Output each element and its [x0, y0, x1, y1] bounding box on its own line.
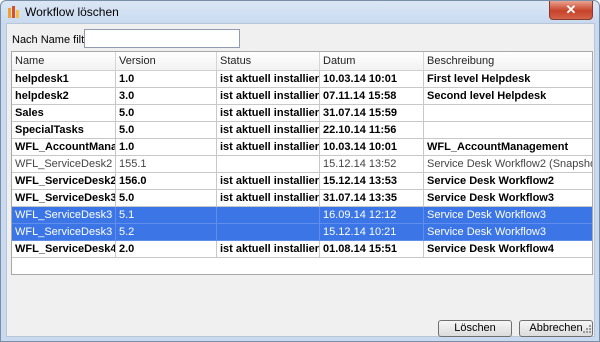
cell-status [217, 207, 320, 224]
table-row[interactable]: helpdesk2 3.0 ist aktuell installiert 07.11… [12, 88, 592, 105]
cell-name: helpdesk2 [12, 88, 116, 105]
cell-status: ist aktuell installiert [217, 71, 320, 88]
resize-grip-icon[interactable] [582, 324, 592, 334]
cell-version: 156.0 [116, 173, 217, 190]
table-header: Name Version Status Datum Beschreibung [12, 52, 592, 71]
close-icon: ✕ [565, 2, 577, 17]
table-row[interactable]: WFL_ServiceDesk3 5.0 ist aktuell installie… [12, 190, 592, 207]
cell-status [217, 156, 320, 173]
cell-datum: 01.08.14 15:51 [320, 241, 424, 258]
cell-version: 3.0 [116, 88, 217, 105]
cell-status: ist aktuell installiert [217, 173, 320, 190]
title-bar[interactable]: Workflow löschen ✕ [1, 1, 599, 23]
cell-version: 155.1 [116, 156, 217, 173]
cell-datum: 31.07.14 13:35 [320, 190, 424, 207]
workflow-table: Name Version Status Datum Beschreibung h… [11, 51, 593, 275]
cell-version: 5.1 [116, 207, 217, 224]
cell-status: ist aktuell installiert [217, 241, 320, 258]
cell-version: 2.0 [116, 241, 217, 258]
cell-datum: 15.12.14 13:52 [320, 156, 424, 173]
cell-status: ist aktuell installiert [217, 122, 320, 139]
cell-name: Sales [12, 105, 116, 122]
column-header-name[interactable]: Name [12, 52, 116, 70]
table-row[interactable]: SpecialTasks 5.0 ist aktuell installiert 22… [12, 122, 592, 139]
cell-version: 1.0 [116, 71, 217, 88]
cell-status: ist aktuell installiert [217, 139, 320, 156]
app-icon [7, 5, 20, 19]
cell-datum: 10.03.14 10:01 [320, 71, 424, 88]
cell-name: WFL_AccountManagem [12, 139, 116, 156]
cell-datum: 31.07.14 15:59 [320, 105, 424, 122]
cell-version: 5.2 [116, 224, 217, 241]
cell-name: WFL_ServiceDesk4 [12, 241, 116, 258]
column-header-beschreibung[interactable]: Beschreibung [424, 52, 592, 70]
window-title: Workflow löschen [25, 5, 119, 19]
cell-status: ist aktuell installiert [217, 190, 320, 207]
cell-datum: 15.12.14 13:53 [320, 173, 424, 190]
column-header-version[interactable]: Version [116, 52, 217, 70]
cell-version: 5.0 [116, 190, 217, 207]
table-row[interactable]: WFL_ServiceDesk4 2.0 ist aktuell installie… [12, 241, 592, 258]
name-filter-input[interactable] [84, 29, 240, 48]
cell-version: 1.0 [116, 139, 217, 156]
cell-status: ist aktuell installiert [217, 88, 320, 105]
cell-name: WFL_ServiceDesk2 [12, 156, 116, 173]
cell-beschreibung: Second level Helpdesk [424, 88, 592, 105]
cell-name: WFL_ServiceDesk3 [12, 207, 116, 224]
cell-beschreibung: WFL_AccountManagement [424, 139, 592, 156]
table-row[interactable]: Sales 5.0 ist aktuell installiert 31.07.14 … [12, 105, 592, 122]
table-row[interactable]: WFL_ServiceDesk3 5.1 16.09.14 12:12 Service… [12, 207, 592, 224]
cell-name: WFL_ServiceDesk2 [12, 173, 116, 190]
cell-beschreibung: Service Desk Workflow2 [424, 173, 592, 190]
cell-datum: 07.11.14 15:58 [320, 88, 424, 105]
table-row[interactable]: WFL_ServiceDesk2 156.0 ist aktuell install… [12, 173, 592, 190]
cell-beschreibung: Service Desk Workflow2 (Snapshot of 155 [424, 156, 592, 173]
delete-button[interactable]: Löschen [438, 320, 512, 337]
column-header-datum[interactable]: Datum [320, 52, 424, 70]
cell-beschreibung: Service Desk Workflow4 [424, 241, 592, 258]
cell-status: ist aktuell installiert [217, 105, 320, 122]
table-row[interactable]: helpdesk1 1.0 ist aktuell installiert 10.03… [12, 71, 592, 88]
table-row[interactable]: WFL_ServiceDesk2 155.1 15.12.14 13:52 Servi… [12, 156, 592, 173]
cell-beschreibung: Service Desk Workflow3 [424, 207, 592, 224]
cell-beschreibung: Service Desk Workflow3 [424, 190, 592, 207]
dialog-content: Nach Name filtern: Name Version Status D… [6, 23, 595, 337]
cell-beschreibung [424, 122, 592, 139]
cell-datum: 10.03.14 10:01 [320, 139, 424, 156]
cell-version: 5.0 [116, 105, 217, 122]
table-row[interactable]: WFL_ServiceDesk3 5.2 15.12.14 10:21 Service… [12, 224, 592, 241]
cell-datum: 16.09.14 12:12 [320, 207, 424, 224]
cell-beschreibung: First level Helpdesk [424, 71, 592, 88]
cell-name: helpdesk1 [12, 71, 116, 88]
cell-beschreibung: Service Desk Workflow3 [424, 224, 592, 241]
cell-status [217, 224, 320, 241]
column-header-status[interactable]: Status [217, 52, 320, 70]
cell-name: WFL_ServiceDesk3 [12, 190, 116, 207]
close-button[interactable]: ✕ [549, 1, 593, 20]
cell-datum: 15.12.14 10:21 [320, 224, 424, 241]
dialog-window: Workflow löschen ✕ Nach Name filtern: Na… [0, 0, 600, 342]
cell-name: SpecialTasks [12, 122, 116, 139]
table-row[interactable]: WFL_AccountManagem1.0ist aktuell install… [12, 139, 592, 156]
cell-name: WFL_ServiceDesk3 [12, 224, 116, 241]
cell-beschreibung [424, 105, 592, 122]
cell-version: 5.0 [116, 122, 217, 139]
cell-datum: 22.10.14 11:56 [320, 122, 424, 139]
